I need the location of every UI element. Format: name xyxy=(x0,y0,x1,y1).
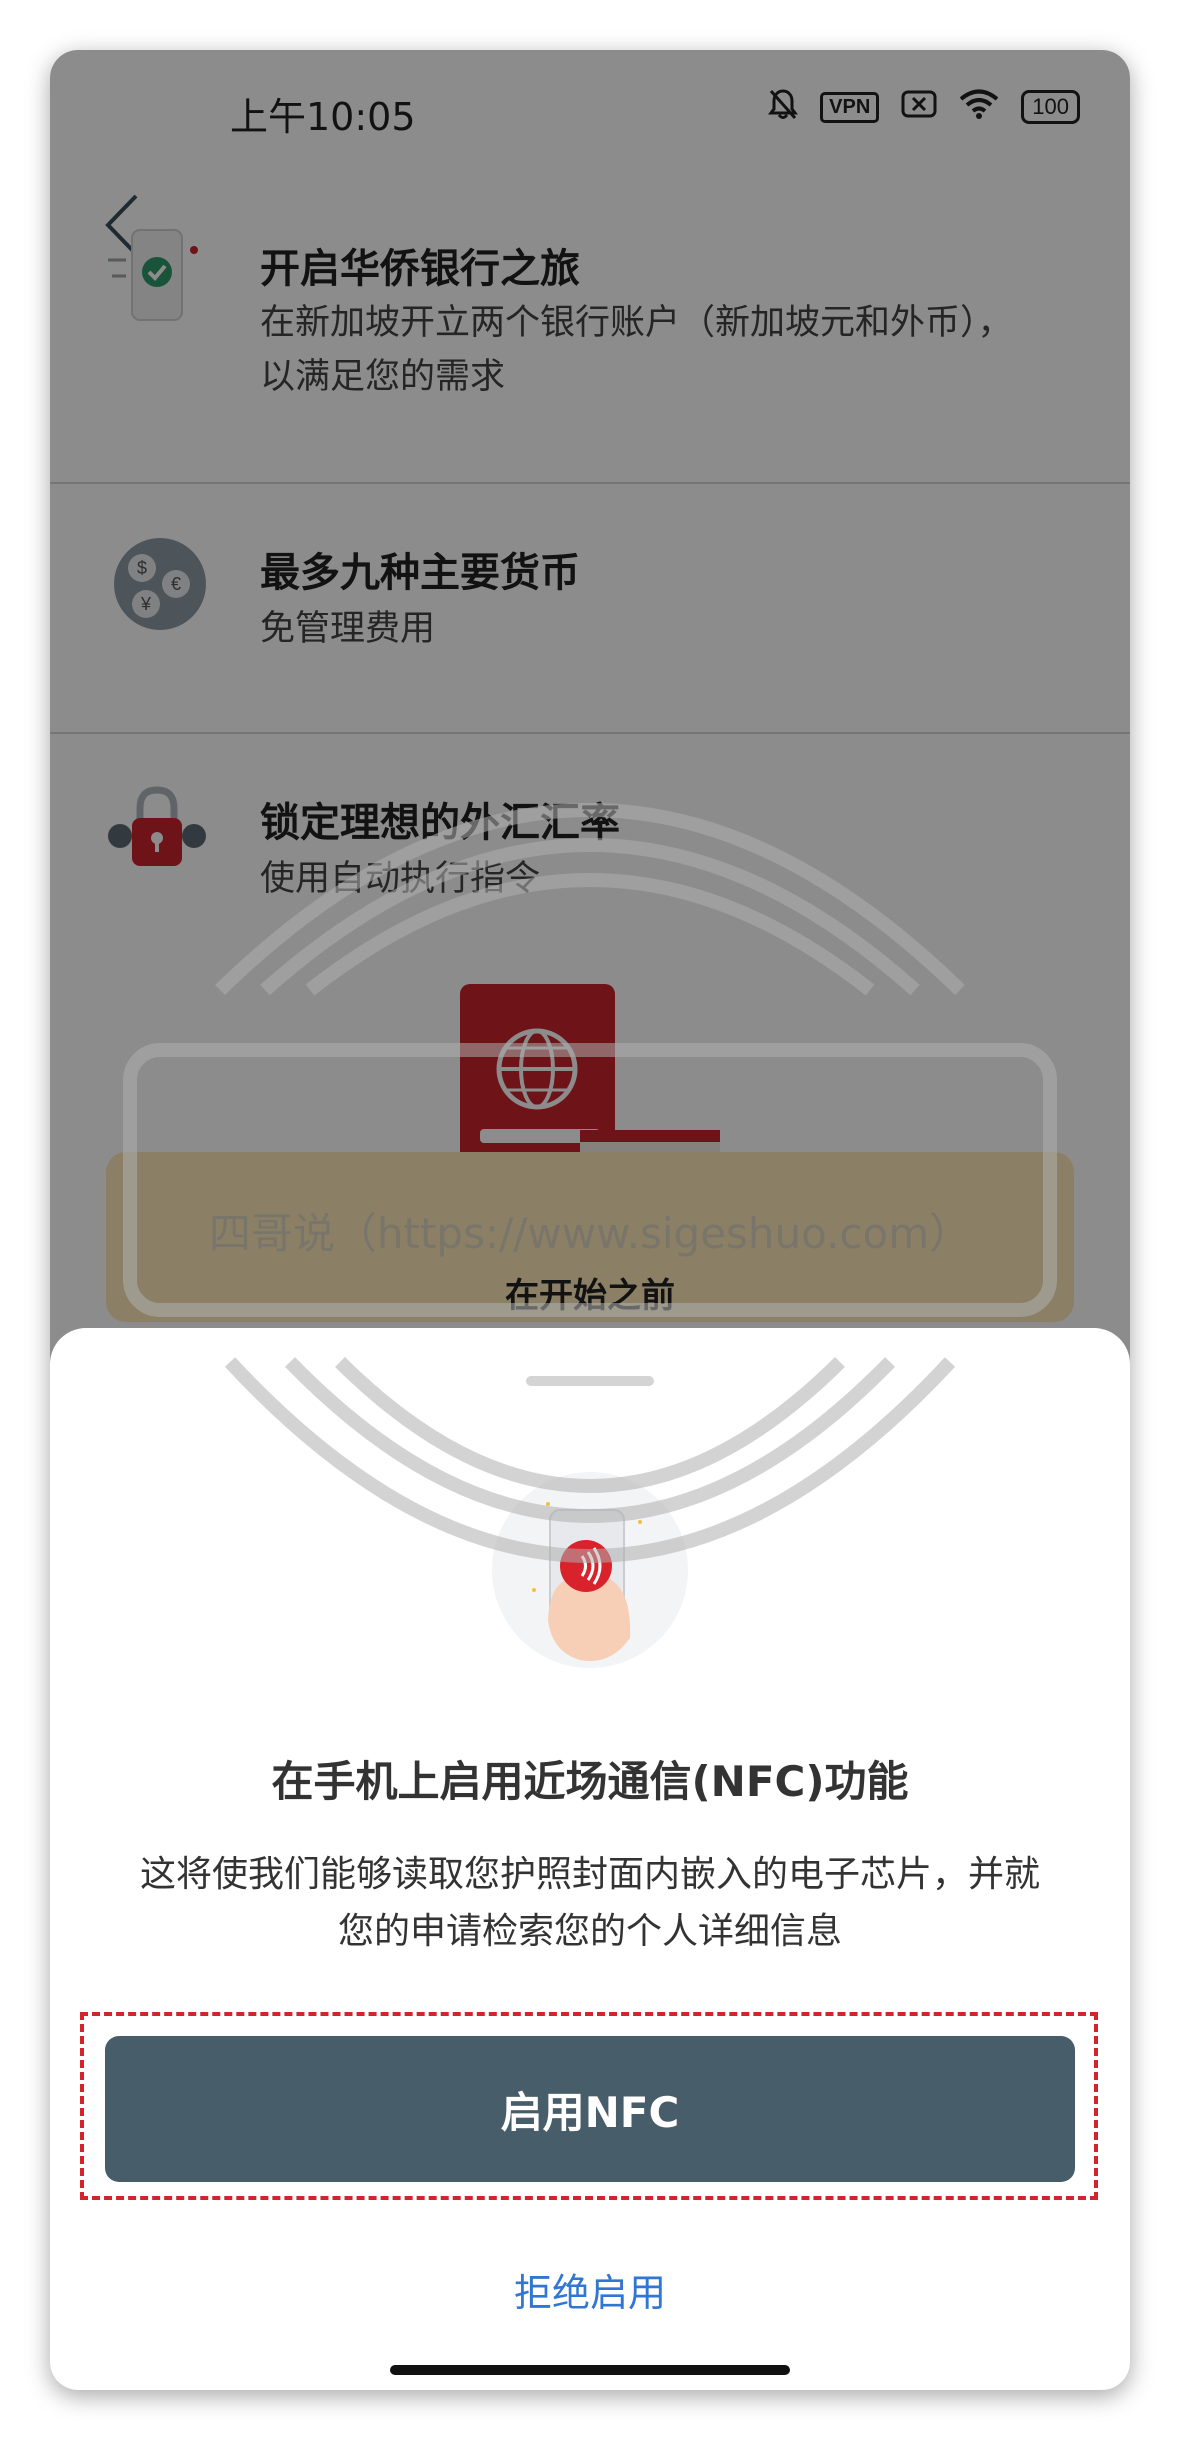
nfc-sheet-description: 这将使我们能够读取您护照封面内嵌入的电子芯片，并就您的申请检索您的个人详细信息 xyxy=(140,1854,1041,1952)
nfc-sheet-title: 在手机上启用近场通信(NFC)功能 xyxy=(271,1757,909,1806)
decline-nfc-link[interactable]: 拒绝启用 xyxy=(50,2262,1130,2317)
enable-nfc-button[interactable]: 启用NFC xyxy=(105,2036,1075,2182)
nfc-phone-illustration xyxy=(490,1470,690,1670)
phone-screen: 上午10:05 VPN 100 开启华侨银行之旅 在新加坡开立两个银行账户（新加… xyxy=(50,50,1130,2390)
sheet-drag-handle[interactable] xyxy=(526,1376,654,1386)
home-indicator[interactable] xyxy=(390,2365,790,2375)
